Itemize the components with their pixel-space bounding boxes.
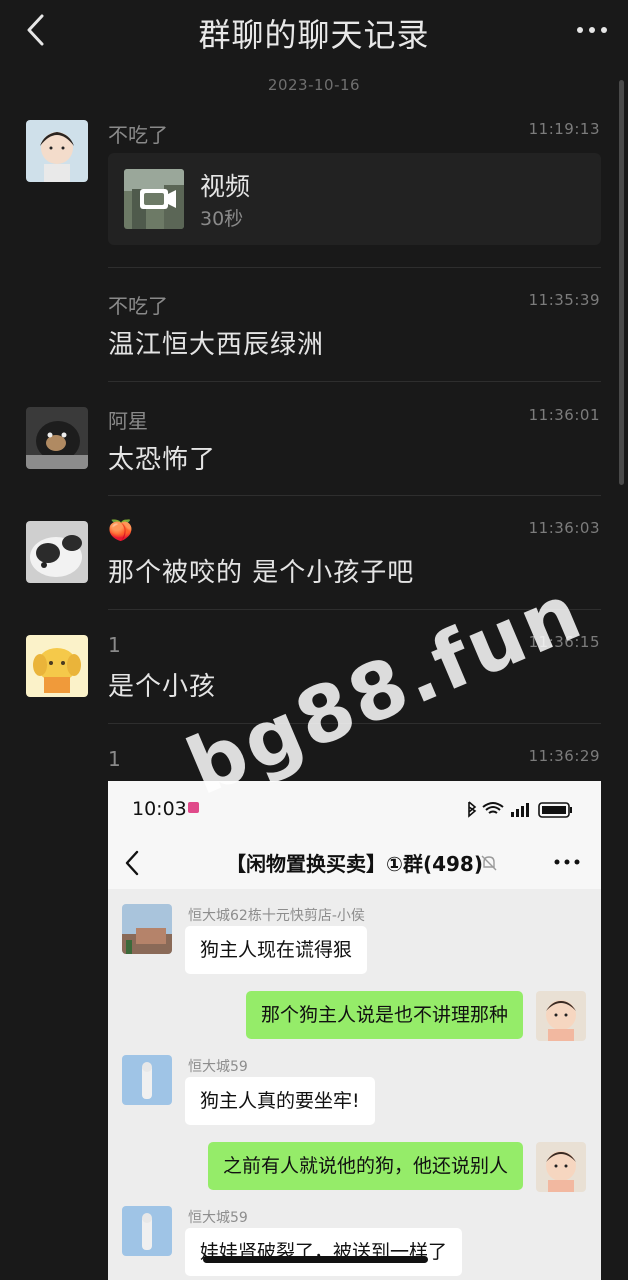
sender-name: 阿星 [108,409,148,433]
divider [108,267,601,268]
message-text[interactable]: 是个小孩 [108,666,216,703]
embedded-status-bar: 10:03 [108,781,601,837]
video-label: 视频 [200,172,251,201]
avatar [122,904,172,954]
embedded-message-bubble: 狗主人真的要坐牢! [185,1077,375,1125]
avatar [536,1142,586,1192]
mute-bell-icon [481,855,497,871]
video-duration: 30秒 [200,208,244,230]
sender-name: 不吃了 [108,123,168,147]
app-indicator-icon [188,802,199,813]
divider [108,381,601,382]
embedded-message-bubble: 之前有人就说他的狗，他还说别人 [207,1142,523,1190]
embedded-chat-header: 【闲物置换买卖】①群(498) [108,837,601,889]
divider [108,609,601,610]
watermark: bg88.fun [175,566,596,813]
avatar [536,991,586,1041]
embedded-sender-name: 恒大城62栋十元快剪店-小侯 [188,908,365,924]
embedded-message-bubble: 狗主人现在谎得狠 [185,926,368,974]
embedded-message-bubble: 那个狗主人说是也不讲理那种 [245,991,523,1039]
message-time: 11:36:29 [528,747,600,765]
home-indicator [203,1256,428,1263]
sender-name: 🍑 [108,518,133,542]
embedded-message-bubble: 娃娃肾破裂了，被送到一样了 [185,1228,463,1276]
avatar[interactable] [26,521,88,583]
more-options-icon[interactable] [574,18,610,42]
avatar[interactable] [26,407,88,469]
scrollbar[interactable] [619,80,624,485]
embedded-sender-name: 恒大城59 [188,1059,248,1075]
date-separator: 2023-10-16 [267,76,361,94]
message-time: 11:19:13 [528,120,600,138]
page-title: 群聊的聊天记录 [198,16,430,54]
message-text[interactable]: 那个被咬的 是个小孩子吧 [108,552,414,589]
embedded-chat-title: 【闲物置换买卖】①群(498) [226,852,483,876]
message-time: 11:36:01 [528,406,600,424]
avatar[interactable] [26,120,88,182]
avatar [122,1206,172,1256]
more-options-icon [554,859,580,865]
image-message[interactable]: 10:03 【闲物置换买卖】①群(498) 恒大城62栋十元快剪店-小侯 狗主人… [108,781,601,1280]
top-bar: 群聊的聊天记录 [0,0,628,62]
message-text[interactable]: 太恐怖了 [108,439,216,476]
message-time: 11:36:15 [528,633,600,651]
divider [108,495,601,496]
video-thumbnail [124,169,184,229]
sender-name: 1 [108,633,121,657]
avatar [122,1055,172,1105]
message-text[interactable]: 温江恒大西辰绿洲 [108,324,324,361]
sender-name: 1 [108,747,121,771]
avatar[interactable] [26,635,88,697]
video-message-card[interactable]: 视频 30秒 [108,153,601,245]
status-icons [468,801,572,818]
message-time: 11:36:03 [528,519,600,537]
divider [108,723,601,724]
embedded-sender-name: 恒大城59 [188,1210,248,1226]
embedded-status-time: 10:03 [132,798,187,820]
sender-name: 不吃了 [108,294,168,318]
message-time: 11:35:39 [528,291,600,309]
